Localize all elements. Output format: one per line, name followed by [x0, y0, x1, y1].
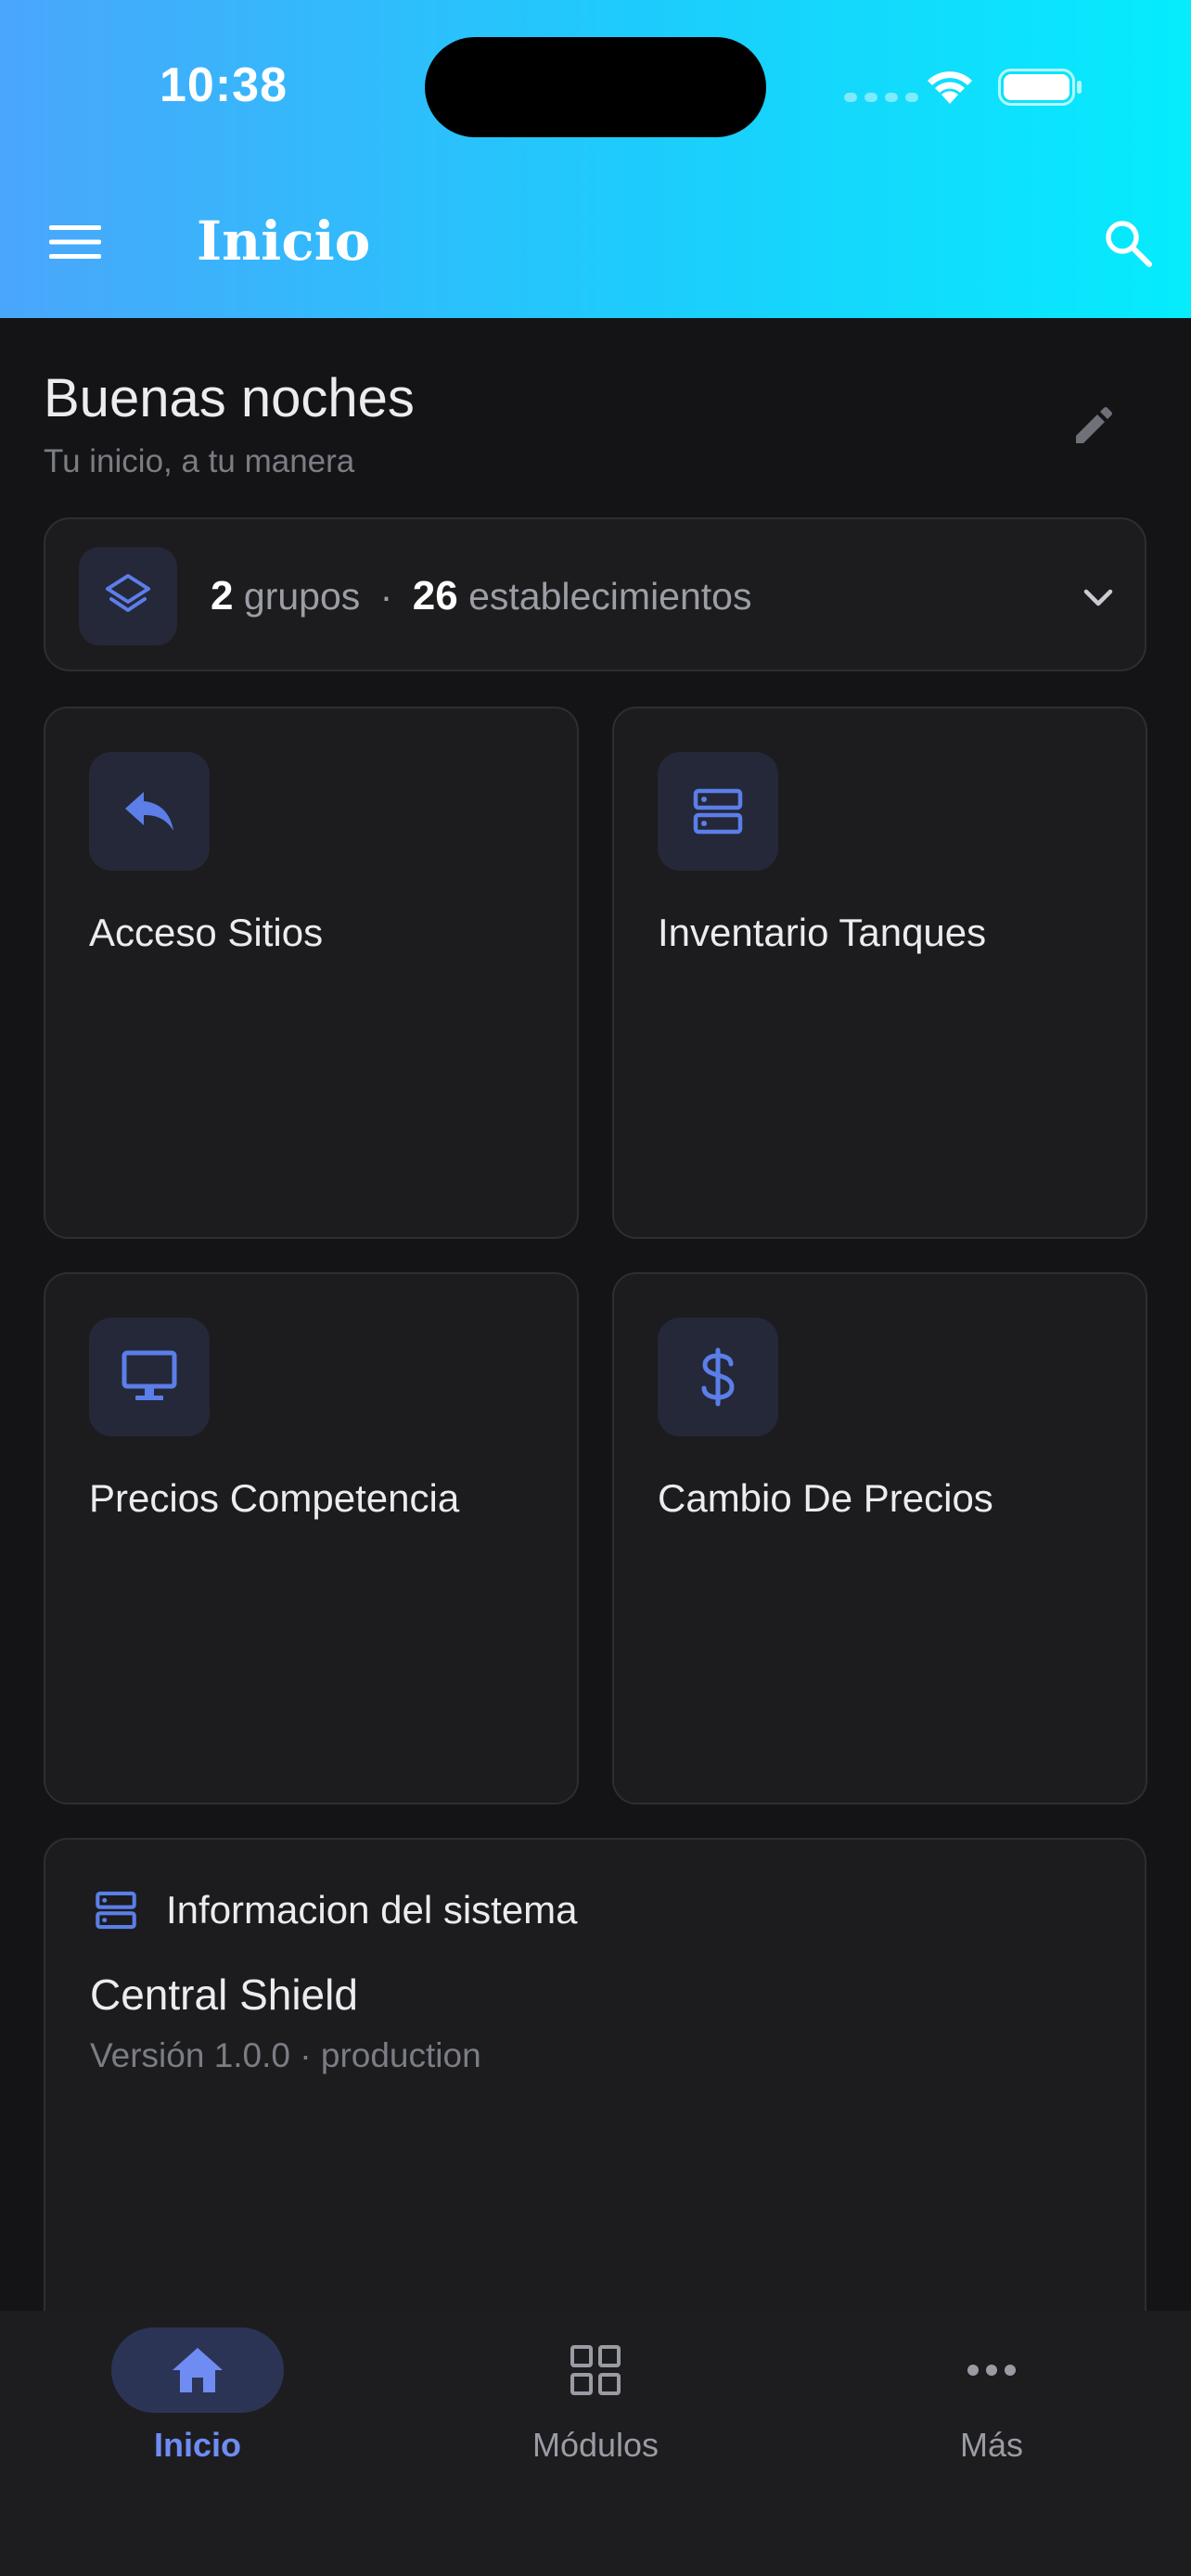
layers-icon-box: [79, 547, 177, 645]
product-name: Central Shield: [90, 1970, 358, 2019]
status-time: 10:38: [160, 58, 288, 112]
dynamic-island: [425, 37, 766, 137]
tile-label: Acceso Sitios: [89, 911, 324, 954]
tile-icon-box: [89, 752, 210, 871]
tile-acceso-sitios[interactable]: Acceso Sitios: [44, 707, 579, 1239]
tile-icon-box: [658, 1318, 778, 1436]
greeting-title: Buenas noches: [44, 368, 415, 428]
reply-arrow-icon: [125, 792, 173, 831]
system-info-title: Informacion del sistema: [166, 1888, 578, 1932]
tile-label: Inventario Tanques: [658, 911, 987, 954]
scope-summary-text: 2 grupos · 26 establecimientos: [211, 573, 751, 619]
dollar-icon: [701, 1347, 735, 1407]
bottom-nav: Inicio Módulos Más: [0, 2311, 1191, 2576]
pencil-icon: [1076, 407, 1112, 443]
tile-inventario-tanques[interactable]: Inventario Tanques: [612, 707, 1147, 1239]
tile-icon-box: [658, 752, 778, 871]
nav-label: Módulos: [531, 2426, 660, 2464]
search-icon: [1106, 221, 1152, 267]
nav-active-indicator: [111, 2327, 284, 2413]
groups-label: grupos: [243, 575, 361, 618]
tile-label: Precios Competencia: [89, 1476, 460, 1520]
chevron-down-icon: [1075, 575, 1121, 621]
layers-icon: [106, 574, 150, 612]
edit-button[interactable]: [1057, 391, 1128, 462]
wifi-icon: [928, 71, 972, 104]
sites-label: establecimientos: [468, 575, 752, 618]
battery-icon: [998, 69, 1082, 106]
app-header: 10:38 Inicio: [0, 0, 1191, 318]
sites-count: 26: [412, 573, 458, 618]
cellular-signal-icon: [844, 93, 918, 102]
nav-item-mas[interactable]: Más: [852, 2311, 1131, 2496]
summary-separator: ·: [379, 575, 393, 618]
more-horizontal-icon: [967, 2365, 1016, 2376]
server-icon: [693, 788, 743, 835]
tile-cambio-de-precios[interactable]: Cambio De Precios: [612, 1272, 1147, 1804]
version-text: Versión 1.0.0 · production: [90, 2036, 481, 2074]
search-button[interactable]: [1091, 206, 1165, 280]
tile-precios-competencia[interactable]: Precios Competencia: [44, 1272, 579, 1804]
groups-count: 2: [211, 573, 234, 618]
nav-label: Más: [959, 2426, 1023, 2464]
nav-item-modulos[interactable]: Módulos: [456, 2311, 735, 2496]
nav-item-inicio[interactable]: Inicio: [58, 2311, 337, 2496]
tile-icon-box: [89, 1318, 210, 1436]
scope-summary-selector[interactable]: 2 grupos · 26 establecimientos: [44, 517, 1146, 671]
monitor-icon: [122, 1350, 177, 1400]
tile-label: Cambio De Precios: [658, 1476, 993, 1520]
system-info-card: Informacion del sistema Central Shield V…: [44, 1838, 1146, 2357]
nav-label: Inicio: [153, 2426, 241, 2464]
grid-icon: [570, 2345, 621, 2395]
menu-button[interactable]: [39, 209, 111, 275]
menu-icon: [49, 225, 101, 259]
home-icon: [173, 2348, 223, 2392]
server-icon: [96, 1891, 136, 1930]
greeting-subtitle: Tu inicio, a tu manera: [44, 443, 355, 479]
page-title: Inicio: [197, 210, 371, 273]
